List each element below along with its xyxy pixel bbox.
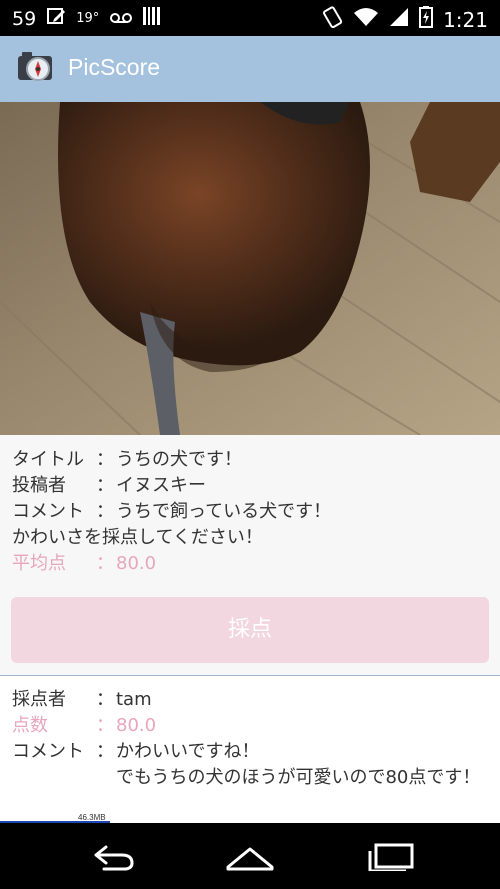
recents-icon[interactable]	[366, 841, 416, 875]
review-item: 採点者 ： tam 点数 ： 80.0 コメント ： かわいいですね！ でもうち…	[0, 676, 500, 823]
wifi-icon	[353, 7, 379, 32]
comment-value-line2: かわいさを採点してください！	[12, 527, 263, 548]
navigation-bar	[0, 823, 500, 889]
scorer-label: 採点者	[12, 689, 66, 710]
title-value: うちの犬です！	[116, 449, 242, 470]
average-row: 平均点 ： 80.0	[12, 551, 488, 577]
signal-icon	[389, 7, 409, 32]
clock: 1:21	[443, 7, 488, 32]
status-bar: 59 19° 1:21	[0, 0, 500, 36]
review-comment-label: コメント	[12, 741, 84, 762]
separator: ：	[96, 501, 114, 522]
temperature: 19°	[76, 11, 100, 26]
score-button[interactable]: 採点	[11, 597, 489, 663]
memory-indicator: 46.3MB	[0, 813, 500, 823]
average-value: 80.0	[116, 553, 157, 574]
comment-value-line1: うちで飼っている犬です！	[116, 501, 332, 522]
comment-row: コメント ： うちで飼っている犬です！	[12, 499, 488, 525]
separator: ：	[96, 689, 114, 710]
separator: ：	[96, 449, 114, 470]
poster-value: イヌスキー	[116, 475, 206, 496]
post-photo	[0, 102, 500, 435]
poster-row: 投稿者 ： イヌスキー	[12, 473, 488, 499]
review-comment-line1: かわいいですね！	[116, 741, 260, 762]
score-row: 点数 ： 80.0	[12, 713, 488, 739]
separator: ：	[96, 715, 114, 736]
barcode-icon	[143, 6, 161, 31]
battery-icon	[419, 6, 434, 33]
rotate-icon	[323, 6, 343, 33]
scorer-value: tam	[116, 689, 152, 710]
back-icon[interactable]	[86, 841, 136, 875]
review-comment-row: コメント ： かわいいですね！ でもうちの犬のほうが可愛いので80点です！	[12, 739, 488, 791]
comment-label: コメント	[12, 501, 84, 522]
voicemail-icon	[109, 8, 133, 30]
notification-count: 59	[12, 7, 37, 30]
average-label: 平均点	[12, 553, 66, 574]
post-info: タイトル ： うちの犬です！ 投稿者 ： イヌスキー コメント ： うちで飼って…	[12, 447, 488, 577]
separator: ：	[96, 475, 114, 496]
camera-compass-icon[interactable]	[16, 48, 54, 86]
review-comment-line2: でもうちの犬のほうが可愛いので80点です！	[116, 767, 481, 788]
app-title: PicScore	[68, 54, 161, 80]
separator: ：	[96, 553, 114, 574]
poster-label: 投稿者	[12, 475, 66, 496]
title-row: タイトル ： うちの犬です！	[12, 447, 488, 473]
memory-text: 46.3MB	[78, 813, 106, 822]
score-value: 80.0	[116, 715, 157, 736]
home-icon[interactable]	[224, 841, 276, 875]
comment-row-cont: かわいさを採点してください！	[12, 525, 488, 551]
app-bar: PicScore	[0, 36, 500, 102]
edit-icon	[46, 6, 66, 31]
separator: ：	[96, 741, 114, 762]
scorer-row: 採点者 ： tam	[12, 687, 488, 713]
score-label: 点数	[12, 715, 48, 736]
review-comment-text: かわいいですね！ でもうちの犬のほうが可愛いので80点です！	[116, 739, 488, 791]
title-label: タイトル	[12, 449, 84, 470]
